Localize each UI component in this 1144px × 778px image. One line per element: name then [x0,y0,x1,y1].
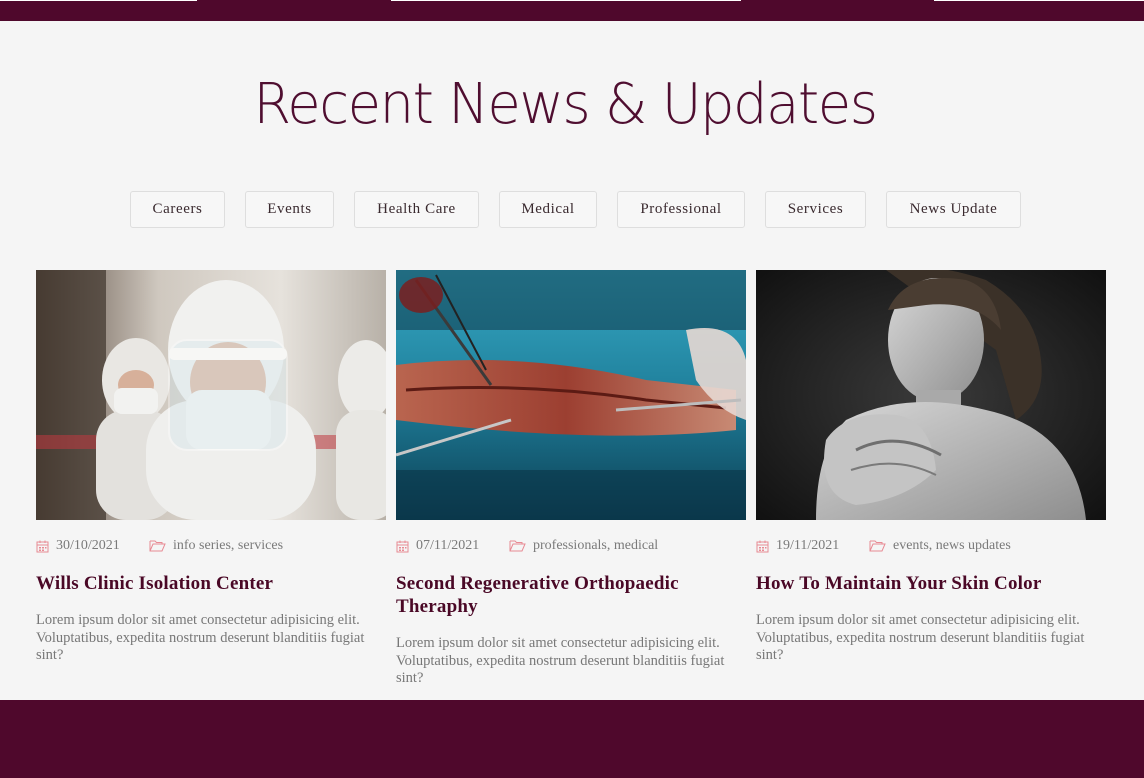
calendar-icon [756,540,769,553]
post-categories-link[interactable]: events, news updates [893,538,1011,554]
filter-professional-button[interactable]: Professional [617,191,745,228]
post-categories: events, news updates [869,538,1011,554]
news-card: 19/11/2021 events, news updates How To M… [756,270,1106,663]
nav-underline [934,0,1144,1]
post-excerpt: Lorem ipsum dolor sit amet consectetur a… [36,612,365,663]
footer-section [0,700,1144,778]
filter-health-care-button[interactable]: Health Care [354,191,479,228]
filter-services-button[interactable]: Services [765,191,866,228]
post-title[interactable]: Second Regenerative Orthopaedic Theraphy [396,572,736,618]
post-date: 30/10/2021 [36,538,120,554]
post-date: 07/11/2021 [396,538,479,554]
post-categories: info series, services [149,538,283,554]
post-categories: professionals, medical [509,538,658,554]
post-date-text: 30/10/2021 [56,538,120,553]
section-title: Recent News & Updates [253,72,878,137]
post-date-text: 19/11/2021 [776,538,840,553]
post-title[interactable]: How To Maintain Your Skin Color [756,572,1096,595]
nav-underline [0,0,197,1]
nav-underline [391,0,741,1]
post-date-text: 07/11/2021 [416,538,480,553]
healthcare-workers-ppe-image[interactable] [36,270,386,520]
calendar-icon [396,540,409,553]
woman-portrait-image[interactable] [756,270,1106,520]
post-categories-link[interactable]: info series, services [173,538,283,554]
news-card: 30/10/2021 info series, services Wills C… [36,270,386,663]
post-meta: 07/11/2021 professionals, medical [396,538,746,556]
post-categories-link[interactable]: professionals, medical [533,538,658,554]
surgery-arm-image[interactable] [396,270,746,520]
filter-news-update-button[interactable]: News Update [886,191,1021,228]
folder-open-icon [149,540,166,552]
calendar-icon [36,540,49,553]
news-card: 07/11/2021 professionals, medical Second… [396,270,746,686]
category-filters: Careers Events Health Care Medical Profe… [0,191,1144,230]
filter-careers-button[interactable]: Careers [130,191,225,228]
folder-open-icon [509,540,526,552]
folder-open-icon [869,540,886,552]
post-title[interactable]: Wills Clinic Isolation Center [36,572,376,595]
post-date: 19/11/2021 [756,538,839,554]
post-meta: 19/11/2021 events, news updates [756,538,1106,556]
top-navigation-bar [0,0,1144,21]
post-excerpt: Lorem ipsum dolor sit amet consectetur a… [396,635,725,686]
post-meta: 30/10/2021 info series, services [36,538,386,556]
filter-events-button[interactable]: Events [245,191,334,228]
filter-medical-button[interactable]: Medical [499,191,597,228]
post-excerpt: Lorem ipsum dolor sit amet consectetur a… [756,612,1085,663]
